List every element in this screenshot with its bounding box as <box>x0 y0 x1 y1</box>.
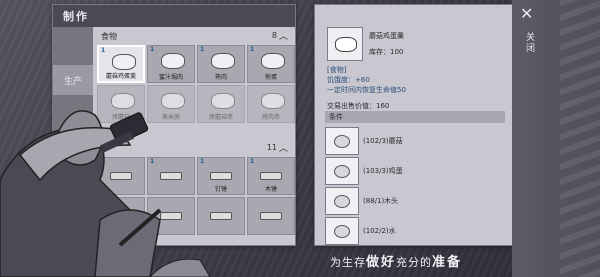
recipe-slot[interactable] <box>247 197 295 235</box>
requirement-row: (102/2)水 <box>325 217 505 245</box>
slot-label: 烤肉串 <box>261 114 280 121</box>
promo-caption: 为生存做好充分的准备 <box>330 251 462 270</box>
recipe-slot[interactable]: 烤肉串 <box>247 85 295 123</box>
item-stock: 库存：100 <box>369 48 404 56</box>
requirement-row: (102/3)蘑菇 <box>325 127 505 155</box>
requirement-icon-box <box>325 187 359 215</box>
slot-count: 1 <box>250 46 255 53</box>
requirement-text: (103/3)鸡蛋 <box>363 167 403 175</box>
item-name: 蘑菇鸡蛋羹 <box>369 32 404 40</box>
recipe-slot[interactable]: 1 木锤 <box>247 157 295 195</box>
craft-title-bar: 制作 <box>53 5 295 27</box>
caption-part-1: 为生存 <box>330 256 366 269</box>
requirement-icon-box <box>325 157 359 185</box>
selected-item-icon <box>327 27 363 61</box>
caption-bold-2: 准备 <box>432 255 463 270</box>
requirement-icon-box <box>325 127 359 155</box>
water-icon <box>334 225 350 238</box>
close-icon[interactable]: ✕ <box>520 4 533 23</box>
chevron-up-icon[interactable]: ︿ <box>279 141 288 154</box>
slot-count: 1 <box>200 46 205 53</box>
mushroom-icon <box>334 135 350 148</box>
item-type: [食物] <box>327 66 347 74</box>
close-button-label[interactable]: 关闭 <box>523 32 536 54</box>
caption-bold-1: 做好 <box>366 255 397 270</box>
requirement-icon-box <box>325 217 359 245</box>
hammer-icon <box>260 212 282 220</box>
recipe-slot[interactable]: 1 煎蛋 <box>247 45 295 83</box>
chevron-up-icon[interactable]: ︿ <box>279 29 288 42</box>
slot-label: 煎蛋 <box>264 74 277 81</box>
requirement-text: (102/3)蘑菇 <box>363 137 403 145</box>
background-art <box>560 0 600 277</box>
conditions-header: 条件 <box>325 111 505 123</box>
slot-count: 1 <box>250 158 255 165</box>
egg-icon <box>334 165 350 178</box>
category-food-header[interactable]: 食物 8 ︿ <box>97 29 291 43</box>
conditions-label: 条件 <box>329 113 343 121</box>
bowl-icon <box>335 37 357 52</box>
food-icon <box>261 53 285 69</box>
slot-count: 1 <box>101 47 106 54</box>
food-icon <box>261 93 285 109</box>
requirement-row: (103/3)鸡蛋 <box>325 157 505 185</box>
wood-icon <box>334 195 350 208</box>
item-sell-price: 交易出售价值：160 <box>327 102 390 110</box>
blacksmith-illustration <box>0 110 211 277</box>
slot-count: 1 <box>150 46 155 53</box>
detail-panel: 蘑菇鸡蛋羹 库存：100 [食物] 饥饿度：+60 一定时间内恢复生命值50 交… <box>314 4 514 246</box>
category-food-count: 8 <box>271 31 277 40</box>
craft-title: 制作 <box>63 10 89 23</box>
category-tools-count: 11 <box>266 143 277 152</box>
caption-part-2: 充分的 <box>396 256 433 269</box>
requirement-text: (102/2)水 <box>363 227 396 235</box>
slot-label: 木锤 <box>264 186 277 193</box>
category-food-name: 食物 <box>101 32 117 41</box>
requirement-text: (88/1)木头 <box>363 197 399 205</box>
requirement-row: (88/1)木头 <box>325 187 505 215</box>
hammer-icon <box>260 172 282 180</box>
item-hunger: 饥饿度：+60 <box>327 76 370 84</box>
item-heal: 一定时间内恢复生命值50 <box>327 86 406 94</box>
